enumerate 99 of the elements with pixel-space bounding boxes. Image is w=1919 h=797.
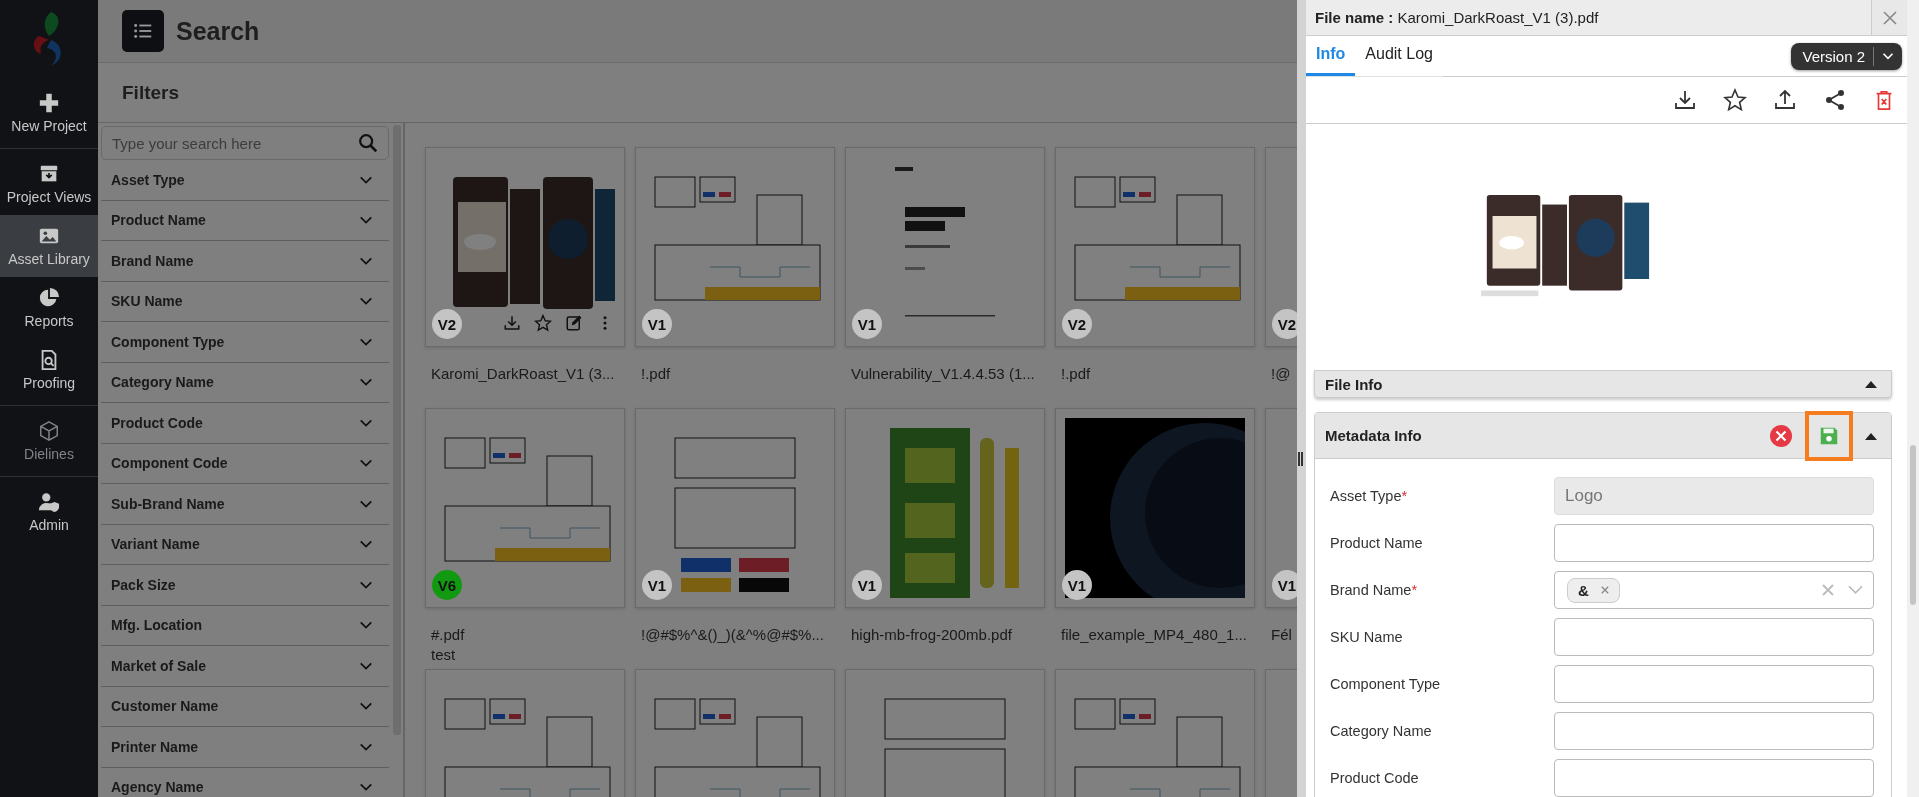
version-badge: V1 — [852, 309, 882, 339]
filter-item[interactable]: Product Code — [101, 403, 389, 444]
asset-subtitle: test — [430, 646, 457, 663]
asset-name: Karomi_DarkRoast_V1 (3... — [430, 365, 616, 382]
filter-item[interactable]: Brand Name — [101, 241, 389, 282]
search-field[interactable]: Type your search here — [101, 126, 389, 160]
nav-item[interactable]: New Project — [0, 82, 98, 144]
version-badge: V1 — [1272, 570, 1297, 600]
caret-up-icon — [1865, 380, 1877, 388]
asset-card[interactable]: V1 — [845, 147, 1045, 347]
filter-item[interactable]: Component Code — [101, 443, 389, 484]
version-badge: V2 — [1272, 309, 1297, 339]
cube-icon — [38, 420, 60, 442]
save-button[interactable] — [1805, 410, 1853, 461]
input-field[interactable] — [1554, 712, 1874, 750]
caret-up-icon[interactable] — [1865, 431, 1877, 440]
filter-item[interactable]: Asset Type — [101, 160, 389, 201]
cancel-icon[interactable] — [1769, 423, 1793, 448]
version-badge: V1 — [1062, 570, 1092, 600]
asset-card[interactable]: V1 — [845, 408, 1045, 608]
field-label: Product Code — [1330, 770, 1420, 786]
filter-item[interactable]: Product Name — [101, 200, 389, 241]
asset-card[interactable]: V2 — [1055, 147, 1255, 347]
asset-name: Fél — [1270, 626, 1293, 643]
filter-item[interactable]: Component Type — [101, 322, 389, 363]
asset-card[interactable]: V2 — [1265, 147, 1297, 347]
version-badge: V1 — [852, 570, 882, 600]
nav-item[interactable]: Project Views — [0, 153, 98, 215]
asset-name: !.pdf — [1060, 365, 1092, 382]
filter-item[interactable]: Variant Name — [101, 524, 389, 565]
tag-chip: & — [1567, 577, 1620, 603]
field-label: Component Type — [1330, 676, 1442, 692]
star-icon[interactable] — [534, 314, 552, 332]
nav-item[interactable]: Reports — [0, 277, 98, 339]
section-title: File Info — [1325, 375, 1383, 393]
brand-select[interactable]: & — [1554, 571, 1874, 609]
tab[interactable]: Info — [1306, 35, 1356, 76]
user-shield-icon — [38, 491, 60, 513]
resize-handle[interactable] — [1298, 452, 1303, 466]
upload-icon[interactable] — [1773, 88, 1797, 112]
pie-chart-icon — [38, 287, 60, 309]
asset-name: !@ — [1270, 365, 1292, 382]
asset-name: high-mb-frog-200mb.pdf — [850, 626, 1013, 643]
search-icon — [357, 132, 379, 154]
filter-item[interactable]: Printer Name — [101, 727, 389, 768]
filter-item[interactable]: Customer Name — [101, 686, 389, 727]
clear-icon[interactable] — [1822, 584, 1834, 596]
input-field[interactable] — [1554, 759, 1874, 797]
close-icon — [1881, 9, 1898, 26]
input-field[interactable] — [1554, 618, 1874, 656]
asset-card[interactable]: V1 — [1055, 408, 1255, 608]
field-label: SKU Name — [1330, 629, 1404, 645]
field-label: Category Name — [1330, 723, 1433, 739]
filters-heading: Filters — [122, 81, 180, 104]
tab[interactable]: Audit Log — [1355, 35, 1443, 76]
asset-name: !.pdf — [640, 365, 672, 382]
nav-item[interactable]: Admin — [0, 481, 98, 543]
remove-icon[interactable] — [1600, 586, 1609, 594]
asset-name: #.pdf — [430, 626, 466, 643]
share-icon[interactable] — [1823, 88, 1847, 112]
input-field[interactable] — [1554, 524, 1874, 562]
version-badge: V6 — [432, 570, 462, 600]
version-badge: V2 — [432, 309, 462, 339]
version-badge: V2 — [1062, 309, 1092, 339]
filter-item[interactable]: Mfg. Location — [101, 605, 389, 646]
asset-card[interactable]: V1 — [635, 147, 835, 347]
filter-item[interactable]: Agency Name — [101, 767, 389, 797]
menu-button[interactable] — [122, 10, 164, 52]
filter-item[interactable]: Pack Size — [101, 565, 389, 606]
filter-item[interactable]: Market of Sale — [101, 646, 389, 687]
version-badge: V1 — [642, 309, 672, 339]
asset-name: Vulnerability_V1.4.4.53 (1... — [850, 365, 1036, 382]
nav-item[interactable]: Proofing — [0, 339, 98, 401]
section-header[interactable]: File Info — [1314, 370, 1892, 398]
field-label: Product Name — [1330, 535, 1424, 551]
filter-item[interactable]: Sub-Brand Name — [101, 484, 389, 525]
nav-item[interactable]: Asset Library — [0, 215, 98, 277]
asset-card[interactable]: V1 — [1265, 408, 1297, 608]
close-button[interactable] — [1871, 0, 1907, 35]
filter-item[interactable]: Category Name — [101, 362, 389, 403]
field-label: Asset Type* — [1330, 488, 1409, 504]
version-dropdown[interactable]: Version 2 — [1791, 42, 1902, 70]
asset-name: !@#$%^&()_)(&^%@#$%... — [640, 626, 825, 643]
plus-icon — [38, 92, 60, 114]
download-icon[interactable] — [1673, 88, 1697, 112]
page-title: Search — [176, 16, 260, 46]
asset-card[interactable]: V1 — [635, 408, 835, 608]
field-label: Brand Name* — [1330, 582, 1419, 598]
version-badge: V1 — [642, 570, 672, 600]
filter-item[interactable]: SKU Name — [101, 281, 389, 322]
star-icon[interactable] — [1723, 88, 1747, 112]
file-name: File name : Karomi_DarkRoast_V1 (3).pdf — [1315, 9, 1599, 26]
edit-icon[interactable] — [565, 314, 583, 332]
input-field[interactable] — [1554, 665, 1874, 703]
asset-name: file_example_MP4_480_1... — [1060, 626, 1248, 643]
asset-card[interactable]: V6 — [425, 408, 625, 608]
asset-card[interactable]: V2 — [425, 147, 625, 347]
chevron-down-icon[interactable] — [1848, 585, 1863, 595]
section-title: Metadata Info — [1325, 427, 1422, 444]
